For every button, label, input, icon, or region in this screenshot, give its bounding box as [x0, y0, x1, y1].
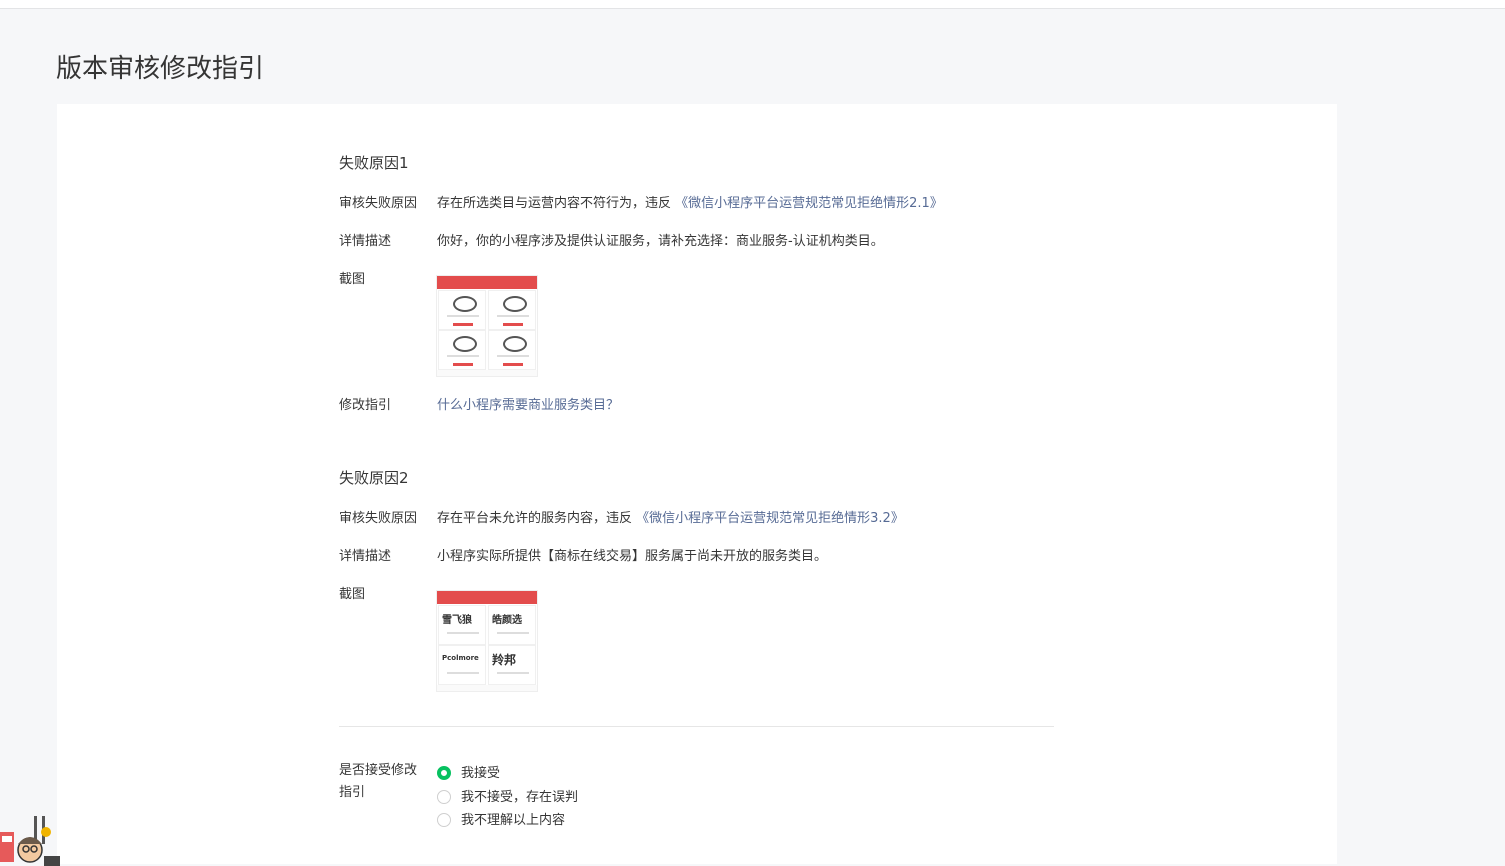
- radio-label: 我不接受，存在误判: [461, 790, 579, 805]
- radio-option-accept[interactable]: 我接受: [437, 762, 500, 781]
- thumb-text-line: [447, 672, 479, 674]
- top-bar: [0, 0, 1505, 9]
- accept-guide-label-line1: 是否接受修改: [339, 763, 418, 778]
- thumb-product-cell: [438, 290, 486, 330]
- radio-label: 我不理解以上内容: [461, 813, 566, 828]
- thumb-text-line: [497, 632, 529, 634]
- audit-reason-label: 审核失败原因: [339, 511, 418, 526]
- thumb-button: [503, 323, 523, 326]
- accept-guide-label: 是否接受修改 指引: [339, 760, 429, 804]
- thumb-brand-cell: 皓颜选: [488, 605, 536, 645]
- thumb-button: [453, 363, 473, 366]
- screenshot-thumbnail-2[interactable]: 雪飞狼 皓颜选 Pcolmore 羚邦: [437, 591, 537, 691]
- thumb-tabbar: [437, 370, 537, 376]
- mascot-icon: [0, 816, 60, 866]
- thumb-brand-logo: 皓颜选: [492, 615, 522, 626]
- thumb-product-cell: [488, 290, 536, 330]
- rule-link-2-1[interactable]: 《微信小程序平台运营规范常见拒绝情形2.1》: [675, 196, 943, 211]
- thumb-brand-cell: 羚邦: [488, 645, 536, 685]
- accept-guide-label-line2: 指引: [339, 785, 366, 800]
- thumb-text-line: [447, 355, 479, 357]
- thumb-product-cell: [488, 330, 536, 370]
- radio-unchecked-icon[interactable]: [437, 812, 451, 827]
- thumb-tabbar: [437, 685, 537, 691]
- audit-reason-value: 存在所选类目与运营内容不符行为，违反 《微信小程序平台运营规范常见拒绝情形2.1…: [437, 192, 943, 211]
- detail-label: 详情描述: [339, 549, 392, 564]
- radio-unchecked-icon[interactable]: [437, 789, 451, 804]
- thumb-brand-cell: 雪飞狼: [438, 605, 486, 645]
- audit-reason-text: 存在所选类目与运营内容不符行为，违反: [437, 196, 672, 211]
- product-badge-icon: [453, 296, 477, 312]
- detail-text: 小程序实际所提供【商标在线交易】服务属于尚未开放的服务类目。: [437, 549, 828, 564]
- guide-label: 修改指引: [339, 398, 392, 413]
- thumb-header-bar: [437, 276, 537, 289]
- screenshot-label: 截图: [339, 587, 366, 602]
- rule-link-3-2[interactable]: 《微信小程序平台运营规范常见拒绝情形3.2》: [636, 511, 904, 526]
- audit-reason-value: 存在平台未允许的服务内容，违反 《微信小程序平台运营规范常见拒绝情形3.2》: [437, 507, 904, 526]
- product-badge-icon: [503, 296, 527, 312]
- radio-label: 我接受: [461, 766, 501, 781]
- failure-reason-2-title: 失败原因2: [339, 469, 409, 487]
- thumb-header-bar: [437, 591, 537, 604]
- screenshot-thumbnail-1[interactable]: [437, 276, 537, 376]
- divider: [339, 726, 1054, 727]
- audit-reason-label: 审核失败原因: [339, 196, 418, 211]
- thumb-text-line: [447, 315, 479, 317]
- thumb-brand-logo: 羚邦: [492, 653, 517, 667]
- radio-option-reject[interactable]: 我不接受，存在误判: [437, 786, 578, 805]
- detail-label: 详情描述: [339, 234, 392, 249]
- product-badge-icon: [453, 336, 477, 352]
- thumb-text-line: [447, 632, 479, 634]
- thumb-brand-cell: Pcolmore: [438, 645, 486, 685]
- thumb-button: [503, 363, 523, 366]
- thumb-product-cell: [438, 330, 486, 370]
- review-guide-card: 失败原因1 审核失败原因 存在所选类目与运营内容不符行为，违反 《微信小程序平台…: [57, 104, 1337, 864]
- failure-reason-1-title: 失败原因1: [339, 154, 409, 172]
- thumb-text-line: [497, 672, 529, 674]
- detail-text: 你好，你的小程序涉及提供认证服务，请补充选择：商业服务-认证机构类目。: [437, 234, 884, 249]
- thumb-brand-logo: Pcolmore: [442, 654, 479, 662]
- audit-reason-text: 存在平台未允许的服务内容，违反: [437, 511, 633, 526]
- radio-option-not-understand[interactable]: 我不理解以上内容: [437, 809, 565, 828]
- page-title: 版本审核修改指引: [56, 54, 265, 84]
- thumb-text-line: [497, 355, 529, 357]
- product-badge-icon: [503, 336, 527, 352]
- guide-link[interactable]: 什么小程序需要商业服务类目？: [437, 394, 619, 413]
- thumb-button: [453, 323, 473, 326]
- thumb-brand-logo: 雪飞狼: [442, 615, 472, 626]
- radio-checked-icon[interactable]: [437, 765, 451, 780]
- thumb-text-line: [497, 315, 529, 317]
- screenshot-label: 截图: [339, 272, 366, 287]
